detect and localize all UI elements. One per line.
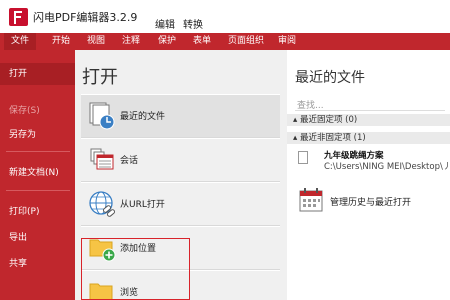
tab-annotate[interactable]: 注释 [118, 33, 144, 50]
search-input[interactable]: 查找... [295, 98, 445, 111]
sidebar-item-export[interactable]: 导出 [0, 227, 75, 249]
edit-menu[interactable]: 编辑 [155, 16, 175, 31]
ribbon-tabs: 文件 开始 视图 注释 保护 表单 页面组织 审阅 [0, 33, 450, 50]
document-icon [298, 151, 308, 164]
tab-page-organize[interactable]: 页面组织 [224, 33, 268, 50]
convert-menu[interactable]: 转换 [183, 16, 203, 31]
tab-file[interactable]: 文件 [4, 33, 36, 50]
session-icon [90, 148, 114, 170]
from-url-label: 从URL打开 [120, 200, 165, 210]
app-logo-icon [9, 8, 28, 26]
file-sidebar: 打开 保存(S) 另存为 新建文档(N) 打印(P) 导出 共享 [0, 50, 75, 300]
unpinned-group-label: 最近非固定项 (1) [299, 133, 366, 143]
session-label: 会话 [120, 156, 139, 166]
open-item-recent-files[interactable]: 最近的文件 [81, 94, 280, 138]
open-item-session[interactable]: 会话 [81, 138, 280, 182]
tab-review[interactable]: 审阅 [274, 33, 300, 50]
calendar-icon [299, 188, 323, 212]
sidebar-divider [6, 190, 70, 191]
tab-form[interactable]: 表单 [189, 33, 215, 50]
recent-files-title: 最近的文件 [295, 70, 365, 86]
pinned-group-label: 最近固定项 (0) [299, 115, 358, 125]
recent-file-path: C:\Users\NING MEI\Desktop\丿 [324, 162, 450, 172]
sidebar-item-save-as[interactable]: 另存为 [0, 124, 75, 146]
manage-history-label: 管理历史与最近打开 [330, 198, 412, 208]
recent-files-icon [89, 102, 115, 130]
open-title: 打开 [82, 67, 118, 88]
sidebar-item-new-document[interactable]: 新建文档(N) [0, 162, 75, 184]
title-bar: 闪电PDF编辑器3.2.9 编辑 转换 [0, 0, 450, 33]
globe-link-icon [89, 191, 116, 217]
open-item-from-url[interactable]: 从URL打开 [81, 182, 280, 226]
browse-highlight-box [81, 238, 190, 300]
recent-files-panel: 最近的文件 查找... ▴ 最近固定项 (0) ▴ 最近非固定项 (1) 九年级… [287, 50, 450, 300]
sidebar-item-share[interactable]: 共享 [0, 253, 75, 275]
recent-file-item[interactable]: 九年级跳绳方案 C:\Users\NING MEI\Desktop\丿 [287, 146, 450, 176]
tab-protect[interactable]: 保护 [154, 33, 180, 50]
sidebar-item-save[interactable]: 保存(S) [0, 100, 75, 122]
manage-history-button[interactable]: 管理历史与最近打开 [295, 184, 450, 218]
app-title: 闪电PDF编辑器3.2.9 [33, 11, 138, 24]
tab-view[interactable]: 视图 [83, 33, 109, 50]
sidebar-divider [6, 151, 70, 152]
unpinned-group-header[interactable]: ▴ 最近非固定项 (1) [287, 132, 450, 144]
tab-start[interactable]: 开始 [46, 33, 76, 50]
sidebar-item-open[interactable]: 打开 [0, 63, 75, 85]
collapse-arrow-icon: ▴ [293, 133, 300, 143]
recent-files-label: 最近的文件 [120, 112, 166, 122]
pinned-group-header[interactable]: ▴ 最近固定项 (0) [287, 114, 450, 126]
sidebar-item-print[interactable]: 打印(P) [0, 201, 75, 223]
collapse-arrow-icon: ▴ [293, 115, 300, 125]
